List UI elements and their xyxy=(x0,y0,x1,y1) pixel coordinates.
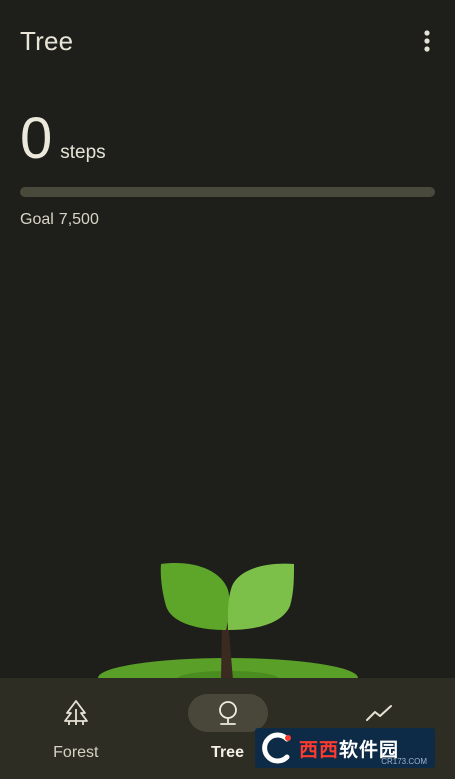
trend-chart-icon xyxy=(366,705,393,721)
watermark-logo: 西西软件园 CR173.COM xyxy=(255,728,435,768)
goal-value: 7,500 xyxy=(58,211,99,228)
nav-item-forest-label: Forest xyxy=(53,744,99,761)
tree-icon xyxy=(218,701,237,725)
watermark-c-icon xyxy=(255,728,299,768)
more-vertical-icon xyxy=(424,30,430,52)
nav-item-tree-pill xyxy=(187,694,268,732)
page-title: Tree xyxy=(20,26,74,56)
goal-progress-bar xyxy=(20,187,435,197)
watermark-url: CR173.COM xyxy=(381,757,427,766)
step-count: 0 steps xyxy=(20,110,106,168)
sapling-illustration xyxy=(98,563,358,680)
nav-item-forest[interactable]: Forest xyxy=(0,678,152,779)
right-leaf xyxy=(227,563,294,630)
step-count-unit: steps xyxy=(60,142,106,163)
forest-icon xyxy=(63,700,88,725)
goal-text: Goal 7,500 xyxy=(20,211,99,229)
goal-label: Goal xyxy=(20,211,54,228)
nav-item-tree-label: Tree xyxy=(211,744,244,761)
nav-item-trends-pill xyxy=(339,694,419,732)
step-count-value: 0 xyxy=(20,106,53,171)
nav-item-forest-pill xyxy=(36,694,116,732)
overflow-menu-button[interactable] xyxy=(413,26,441,56)
left-leaf xyxy=(160,563,230,630)
tree-screen: Tree 0 steps Goal 7,500 Forest Tree 西西软件… xyxy=(0,0,455,779)
